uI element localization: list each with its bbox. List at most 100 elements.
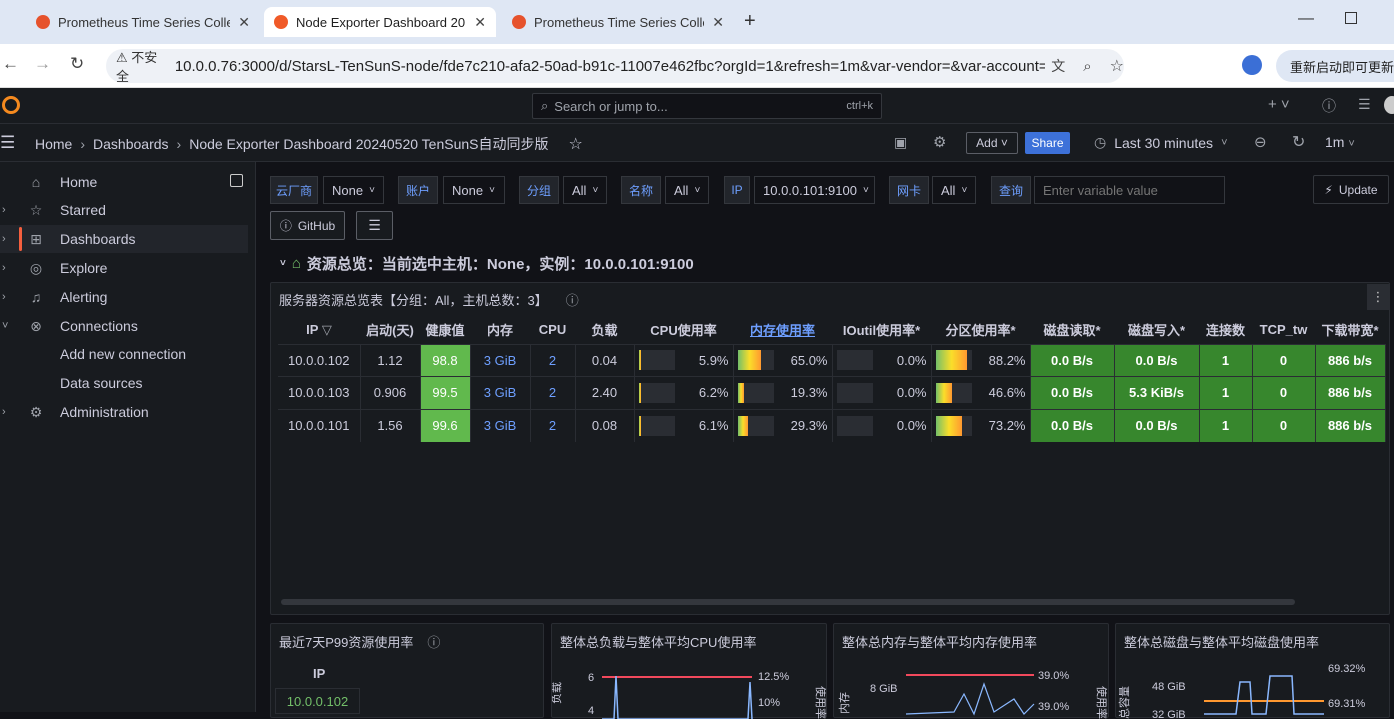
github-link-button[interactable]: ⓘ GitHub xyxy=(270,211,345,240)
browser-tab-3[interactable]: Prometheus Time Series Colle ✕ xyxy=(502,7,734,37)
var-select-group[interactable]: All ˅ xyxy=(563,176,607,204)
close-icon[interactable]: ✕ xyxy=(238,14,250,31)
cell-download: 886 b/s xyxy=(1315,343,1386,377)
chevron-right-icon: › xyxy=(176,136,182,152)
info-circle-icon[interactable]: ⓘ xyxy=(566,290,579,309)
var-select-account[interactable]: None ˅ xyxy=(443,176,505,204)
rss-icon[interactable]: ☰ xyxy=(1358,96,1371,113)
panel-menu-icon[interactable]: ⋮ xyxy=(1367,284,1389,310)
chevron-right-icon[interactable]: › xyxy=(2,406,6,418)
sidebar-item-home[interactable]: ⌂ Home xyxy=(0,168,248,196)
user-avatar[interactable] xyxy=(1384,96,1394,114)
col-header-cpu[interactable]: CPU xyxy=(530,316,575,344)
search-bar[interactable]: ⌕ Search or jump to... ctrl+k xyxy=(532,93,882,119)
settings-gear-icon[interactable]: ⚙ xyxy=(933,133,946,151)
relaunch-button[interactable]: 重新启动即可更新 xyxy=(1276,50,1394,82)
y-tick: 48 GiB xyxy=(1152,681,1186,693)
close-icon[interactable]: ✕ xyxy=(712,14,724,31)
var-select-vendor[interactable]: None ˅ xyxy=(323,176,384,204)
col-header-cpu-usage[interactable]: CPU使用率 xyxy=(634,316,733,344)
var-query-input[interactable] xyxy=(1034,176,1225,204)
col-header-disk-write[interactable]: 磁盘写入* xyxy=(1114,316,1199,344)
minimize-icon[interactable]: — xyxy=(1298,10,1314,28)
insecure-badge[interactable]: ⚠ 不安全 xyxy=(116,47,167,85)
refresh-interval-picker[interactable]: 1m ˅ xyxy=(1325,134,1355,150)
chevron-right-icon[interactable]: › xyxy=(2,204,6,216)
zoom-out-icon[interactable]: ⊖ xyxy=(1254,133,1267,151)
var-label-group: 分组 xyxy=(519,176,559,204)
col-header-mem-usage[interactable]: 内存使用率 xyxy=(733,316,832,344)
grafana-logo-icon[interactable] xyxy=(2,96,20,114)
time-picker[interactable]: ◷ Last 30 minutes ˅ xyxy=(1094,134,1228,151)
browser-tab-2[interactable]: Node Exporter Dashboard 20 ✕ xyxy=(264,7,496,37)
sidebar-item-add-new-connection[interactable]: Add new connection xyxy=(0,340,248,368)
share-button[interactable]: Share xyxy=(1025,132,1070,154)
info-circle-icon[interactable]: ⓘ xyxy=(427,632,440,651)
cell-memory[interactable]: 3 GiB xyxy=(470,343,531,377)
col-header-load[interactable]: 负载 xyxy=(575,316,634,344)
close-icon[interactable]: ✕ xyxy=(474,14,486,31)
sidebar-item-starred[interactable]: › ☆ Starred xyxy=(0,196,248,224)
save-icon[interactable]: ▣ xyxy=(894,134,907,151)
col-header-disk-read[interactable]: 磁盘读取* xyxy=(1030,316,1114,344)
col-header-memory[interactable]: 内存 xyxy=(470,316,530,344)
horizontal-scrollbar[interactable] xyxy=(281,599,1295,605)
bookmark-star-icon[interactable]: ☆ xyxy=(1110,56,1124,76)
breadcrumb-dashboards[interactable]: Dashboards xyxy=(93,136,169,152)
sidebar-item-data-sources[interactable]: Data sources xyxy=(0,369,248,397)
col-header-ioutil[interactable]: IOutil使用率* xyxy=(832,316,931,344)
p99-col-ip: IP xyxy=(313,666,326,681)
menu-icon[interactable]: ☰ xyxy=(0,133,15,153)
col-header-partition[interactable]: 分区使用率* xyxy=(931,316,1030,344)
col-header-ip[interactable]: IP ▽ xyxy=(278,316,360,344)
col-header-download[interactable]: 下载带宽* xyxy=(1315,316,1385,344)
chevron-right-icon[interactable]: › xyxy=(2,262,6,274)
col-header-health[interactable]: 健康值 xyxy=(420,316,470,344)
new-plus-icon[interactable]: + ˅ xyxy=(1268,96,1290,113)
translate-icon[interactable]: 文 xyxy=(1051,56,1065,76)
refresh-icon[interactable]: ↻ xyxy=(1292,132,1305,152)
sidebar-item-alerting[interactable]: › ♫ Alerting xyxy=(0,283,248,311)
cell-cpu[interactable]: 2 xyxy=(530,408,576,442)
cell-memory[interactable]: 3 GiB xyxy=(470,408,531,442)
chevron-right-icon[interactable]: › xyxy=(2,233,6,245)
var-select-name[interactable]: All ˅ xyxy=(665,176,709,204)
browser-tab-1[interactable]: Prometheus Time Series Colle ✕ xyxy=(26,7,260,37)
cell-cpu[interactable]: 2 xyxy=(530,343,576,377)
breadcrumb-home[interactable]: Home xyxy=(35,136,72,152)
zoom-icon[interactable]: ⌕ xyxy=(1083,58,1091,75)
y-tick: 4 xyxy=(588,705,594,717)
var-select-nic[interactable]: All ˅ xyxy=(932,176,976,204)
cell-cpu[interactable]: 2 xyxy=(530,376,576,409)
url-bar[interactable]: ⚠ 不安全 10.0.0.76:3000/d/StarsL-TenSunS-no… xyxy=(106,47,1124,85)
update-button[interactable]: ⚡ Update xyxy=(1313,175,1389,204)
profile-avatar[interactable] xyxy=(1242,55,1262,75)
reload-icon[interactable]: ↻ xyxy=(70,54,84,74)
sidebar-item-administration[interactable]: › ⚙ Administration xyxy=(0,398,248,426)
filter-icon: ▽ xyxy=(321,321,332,337)
y-tick: 10% xyxy=(758,697,780,709)
cell-connections: 1 xyxy=(1199,376,1253,409)
sidebar-item-connections[interactable]: ˅ ⊗ Connections xyxy=(0,312,248,340)
col-header-connections[interactable]: 连接数 xyxy=(1199,316,1252,344)
row-header[interactable]: ˅ ⌂ 资源总览：当前选中主机：None，实例：10.0.0.101:9100 xyxy=(280,253,694,274)
sidebar-item-explore[interactable]: › ◎ Explore xyxy=(0,254,248,282)
chevron-down-icon[interactable]: ˅ xyxy=(2,320,8,332)
col-header-uptime[interactable]: 启动(天) xyxy=(360,316,420,344)
new-tab-icon[interactable]: + xyxy=(744,10,756,33)
gauge-bar xyxy=(638,415,675,436)
forward-icon[interactable]: → xyxy=(34,54,51,74)
back-icon[interactable]: ← xyxy=(2,54,19,74)
y-tick: 69.32% xyxy=(1328,663,1366,675)
star-icon[interactable]: ☆ xyxy=(569,134,583,154)
sidebar-item-dashboards[interactable]: › ⊞ Dashboards xyxy=(0,225,248,253)
col-header-tcp-tw[interactable]: TCP_tw xyxy=(1252,316,1315,344)
help-icon[interactable]: ⓘ xyxy=(1322,96,1336,116)
cell-memory[interactable]: 3 GiB xyxy=(470,376,531,409)
dashboard-links-menu-icon[interactable]: ☰ xyxy=(356,211,393,240)
add-button[interactable]: Add ˅ xyxy=(966,132,1018,154)
chevron-right-icon[interactable]: › xyxy=(2,291,6,303)
var-select-ip[interactable]: 10.0.0.101:9100 ˅ xyxy=(754,176,875,204)
chevron-down-icon: ˅ xyxy=(694,184,701,196)
maximize-icon[interactable] xyxy=(1345,12,1357,24)
